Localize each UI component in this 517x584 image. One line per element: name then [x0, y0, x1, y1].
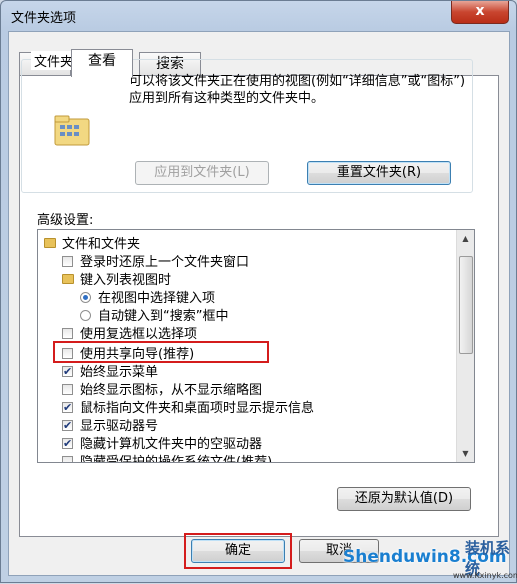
checkbox[interactable] [62, 417, 73, 434]
folder-views-description: 可以将该文件夹正在使用的视图(例如“详细信息”或“图标”)应用到所有这种类型的文… [129, 74, 466, 106]
restore-defaults-button[interactable]: 还原为默认值(D) [337, 487, 471, 511]
ok-button-highlight [184, 533, 292, 569]
radio-button[interactable] [80, 310, 91, 321]
checkbox[interactable] [62, 256, 73, 267]
close-button[interactable]: x [451, 1, 509, 24]
vertical-scrollbar[interactable]: ▲ ▼ [456, 230, 474, 462]
folder-icon [44, 238, 56, 248]
checkbox[interactable] [62, 399, 73, 416]
scroll-down-icon[interactable]: ▼ [457, 445, 474, 462]
folder-view-icon [54, 115, 90, 146]
checkbox[interactable] [62, 435, 73, 452]
advanced-settings-label: 高级设置: [37, 213, 94, 228]
sharing-wizard-highlight [53, 341, 269, 363]
tab-view[interactable]: 查看 [71, 49, 133, 77]
checkbox[interactable] [62, 456, 73, 462]
scroll-thumb[interactable] [459, 256, 473, 354]
radio-button[interactable] [80, 292, 91, 303]
checkbox[interactable] [62, 328, 73, 339]
folder-options-window: 文件夹选项 x 常规 查看 搜索 文件夹视图 可以将该文件夹正在使用的视图(例如… [0, 0, 517, 583]
watermark-url: www.Kxinyk.com [453, 571, 517, 580]
checkbox[interactable] [62, 363, 73, 380]
reset-folders-button[interactable]: 重置文件夹(R) [307, 161, 451, 185]
apply-to-folders-button[interactable]: 应用到文件夹(L) [135, 161, 269, 185]
watermark: Shenduwin8.com 装机系统 www.Kxinyk.com [335, 533, 517, 584]
window-title: 文件夹选项 [11, 11, 77, 26]
checkbox[interactable] [62, 384, 73, 395]
folder-icon [62, 274, 74, 284]
scroll-up-icon[interactable]: ▲ [457, 230, 474, 247]
